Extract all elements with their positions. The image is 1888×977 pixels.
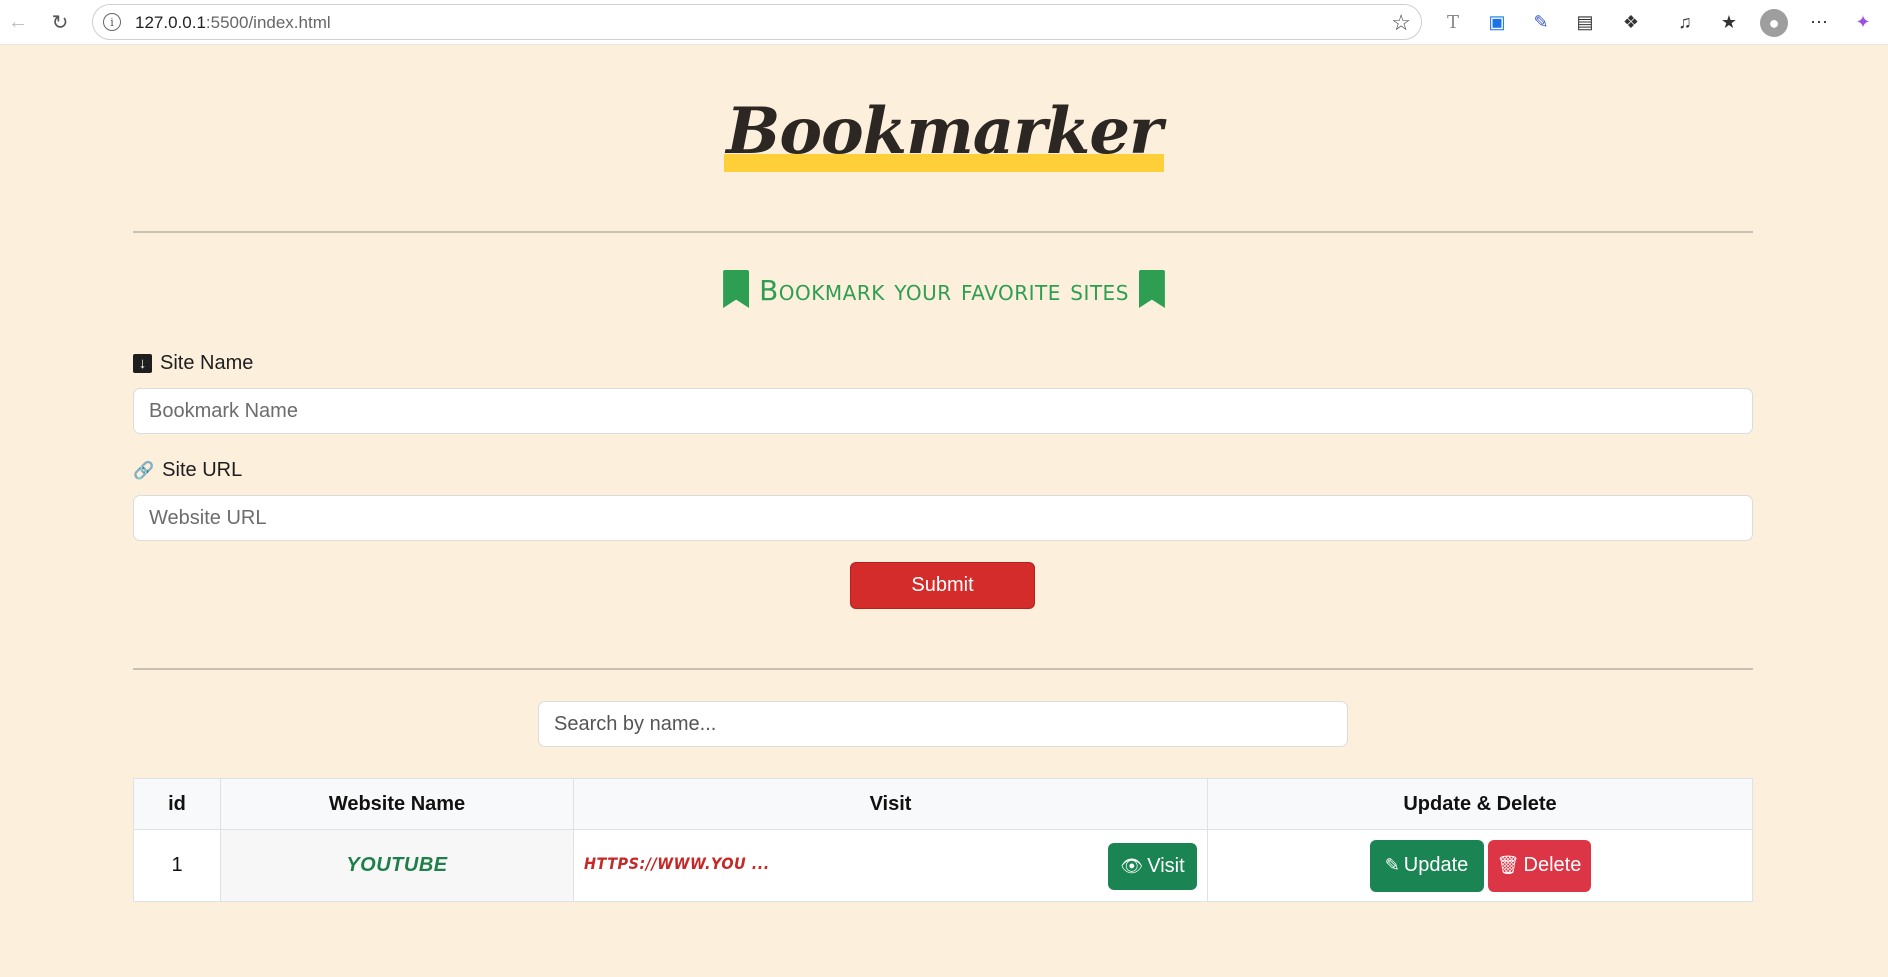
copilot-icon[interactable]: ✦ — [1850, 9, 1876, 35]
header-id: id — [133, 778, 221, 830]
edit-icon: ✎ — [1384, 855, 1400, 875]
browser-toolbar: ← ↻ i 127.0.0.1:5500/index.html ☆ T ▣ ✎ … — [0, 0, 1888, 45]
site-name-label: ↓ Site Name — [133, 352, 253, 375]
download-box-icon: ↓ — [133, 354, 152, 373]
site-name-label-text: Site Name — [160, 352, 254, 374]
bookmark-icon — [1138, 270, 1165, 308]
pen-extension-icon[interactable]: ✎ — [1528, 9, 1554, 35]
back-icon[interactable]: ← — [4, 8, 32, 36]
site-url-label: 🔗 Site URL — [133, 459, 242, 482]
address-bar[interactable]: i 127.0.0.1:5500/index.html ☆ — [92, 4, 1422, 40]
update-button[interactable]: ✎ Update — [1369, 839, 1484, 892]
bookmark-icon — [723, 270, 750, 308]
image-extension-icon[interactable]: ▣ — [1484, 9, 1510, 35]
delete-button[interactable]: 🗑 Delete — [1487, 839, 1591, 892]
search-input[interactable] — [538, 701, 1348, 747]
media-extension-icon[interactable]: ▤ — [1572, 9, 1598, 35]
address-url: 127.0.0.1:5500/index.html — [135, 13, 331, 32]
update-button-label: Update — [1403, 854, 1469, 876]
header-visit: Visit — [573, 778, 1208, 830]
visit-button[interactable]: 👁 Visit — [1108, 843, 1197, 890]
eye-icon: 👁 — [1120, 856, 1144, 876]
delete-button-label: Delete — [1523, 854, 1582, 876]
visit-button-label: Visit — [1147, 855, 1185, 877]
site-name-input[interactable] — [133, 388, 1753, 434]
trash-icon: 🗑 — [1496, 855, 1520, 875]
row-visit-cell: HTTPS://WWW.YOU ... 👁 Visit — [573, 829, 1208, 902]
music-icon[interactable]: ♫ — [1672, 9, 1698, 35]
header-website-name: Website Name — [220, 778, 574, 830]
row-id: 1 — [133, 829, 221, 902]
subtitle: Bookmark your favorite sites — [0, 270, 1888, 308]
header-update-delete: Update & Delete — [1207, 778, 1753, 830]
row-actions-cell: ✎ Update 🗑 Delete — [1207, 829, 1753, 902]
read-aloud-icon[interactable]: T — [1440, 9, 1466, 35]
link-icon: 🔗 — [133, 460, 155, 480]
logo-container: Bookmarker — [0, 100, 1888, 172]
bookmarks-table: id Website Name Visit Update & Delete 1 … — [133, 778, 1753, 902]
more-options-icon[interactable]: ⋯ — [1806, 9, 1832, 35]
favorites-icon[interactable]: ★ — [1716, 9, 1742, 35]
row-url: HTTPS://WWW.YOU ... — [584, 854, 770, 873]
reload-icon[interactable]: ↻ — [46, 8, 74, 36]
site-url-input[interactable] — [133, 495, 1753, 541]
table-header-row: id Website Name Visit Update & Delete — [133, 778, 1753, 830]
profile-avatar-icon[interactable]: ● — [1760, 9, 1788, 37]
logo: Bookmarker — [722, 100, 1166, 172]
divider-top — [133, 231, 1753, 233]
subtitle-text: Bookmark your favorite sites — [759, 274, 1129, 307]
extensions-icon[interactable]: ❖ — [1618, 9, 1644, 35]
submit-button[interactable]: Submit — [850, 562, 1035, 609]
site-info-icon[interactable]: i — [103, 13, 121, 31]
divider-bottom — [133, 668, 1753, 670]
favorite-star-icon[interactable]: ☆ — [1391, 10, 1411, 36]
row-website-name: YOUTUBE — [220, 829, 574, 902]
site-url-label-text: Site URL — [162, 459, 243, 481]
table-row: 1 YOUTUBE HTTPS://WWW.YOU ... 👁 Visit ✎ … — [133, 829, 1753, 902]
